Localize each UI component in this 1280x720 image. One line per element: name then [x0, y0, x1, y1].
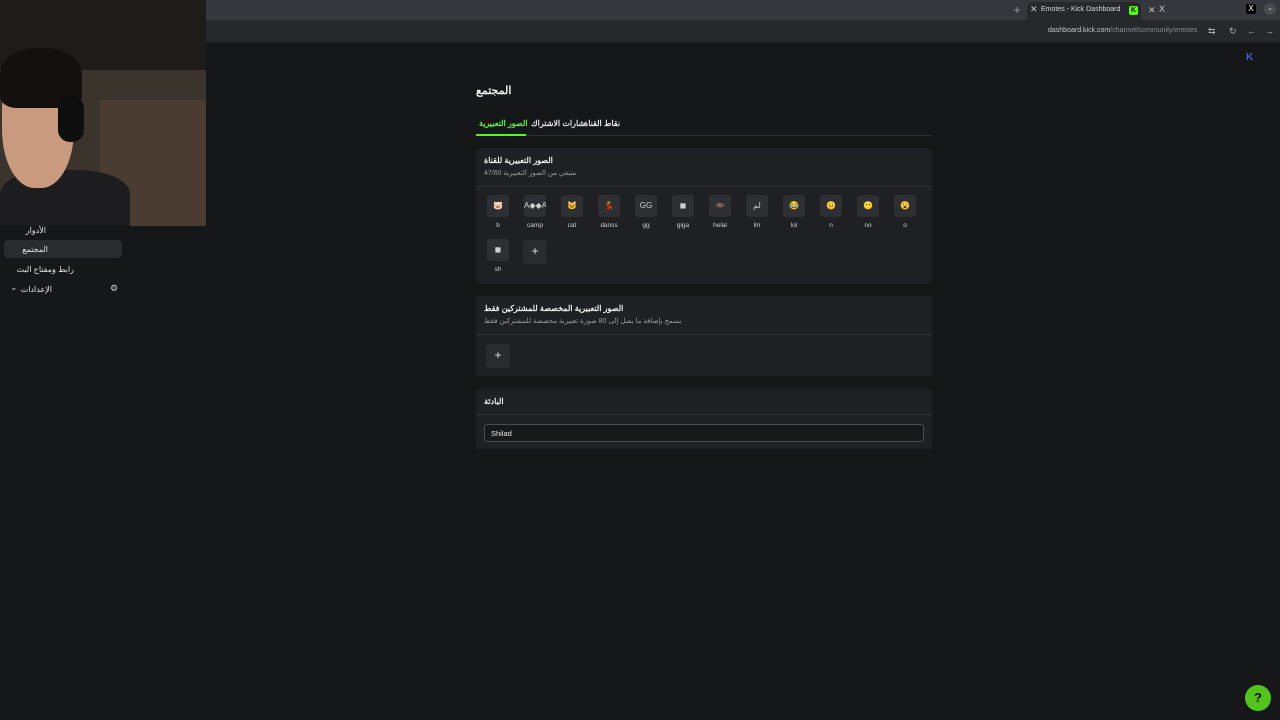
emote-name: cat	[567, 222, 577, 229]
translate-icon[interactable]: ⇆	[1208, 26, 1216, 37]
sidebar-item-label: الأدوار	[25, 226, 46, 235]
subscriber-emotes-card: الصور التعبيرية المخصصة للمشتركين فقط يس…	[476, 296, 932, 376]
tab-subscription-badges[interactable]: شارات الاشتراك	[531, 119, 585, 128]
reload-icon[interactable]: ↻	[1229, 26, 1237, 37]
emote-count: متبقي من الصور التعبيرية 47/60	[484, 170, 577, 177]
emote-name: lol	[790, 222, 798, 229]
sidebar-item-label: رابط ومفتاح البث	[16, 265, 75, 274]
sidebar-item-stream-key[interactable]: رابط ومفتاح البث	[4, 260, 122, 278]
prefix-card: البادئة Shilad	[476, 389, 932, 449]
emote-image: 🦇	[709, 195, 731, 217]
emote-item[interactable]: 😮 o	[892, 195, 918, 229]
emote-name: no	[864, 222, 872, 229]
emote-image: 🐱	[561, 195, 583, 217]
url-text[interactable]: dashboard.kick.com/channel/community/emo…	[1048, 27, 1197, 34]
close-tab-icon[interactable]: ✕	[1148, 5, 1156, 16]
emote-item[interactable]: 😂 lol	[781, 195, 807, 229]
help-chat-button[interactable]: ?	[1245, 685, 1271, 711]
kick-favicon-icon: K	[1129, 6, 1138, 15]
emote-name: sh	[494, 266, 502, 273]
emote-item[interactable]: 😐 n	[818, 195, 844, 229]
emote-image: 😂	[783, 195, 805, 217]
sidebar-item-roles[interactable]: الأدوار	[4, 222, 122, 240]
emote-image: لم	[746, 195, 768, 217]
emote-image: ◼	[487, 239, 509, 261]
prefix-input[interactable]: Shilad	[484, 424, 924, 442]
browser-tab-active[interactable]: ✕ Emotes - Kick Dashboard K	[1027, 2, 1141, 20]
tab-channel-points[interactable]: نقاط القناة	[584, 119, 620, 128]
emote-name: giga	[676, 222, 690, 229]
emote-item[interactable]: 💃 danss	[596, 195, 622, 229]
emote-image: 🐷	[487, 195, 509, 217]
card-title: الصور التعبيرية المخصصة للمشتركين فقط	[484, 304, 624, 313]
tab-menu-chevron-icon[interactable]: ⌄	[1264, 3, 1276, 15]
card-title: الصور التعبيرية للقناة	[484, 156, 553, 165]
emote-item[interactable]: 🐷 b	[485, 195, 511, 229]
sidebar-item-label: المجتمع	[22, 245, 48, 254]
x-logo-icon[interactable]: X	[1246, 4, 1256, 14]
headset	[58, 96, 84, 142]
new-tab-icon[interactable]: +	[1010, 3, 1024, 17]
gear-icon: ⚙	[110, 283, 119, 293]
channel-emotes-card: الصور التعبيرية للقناة متبقي من الصور ال…	[476, 148, 932, 284]
sidebar-item-settings[interactable]: ⌄ الإعدادات ⚙	[4, 280, 122, 298]
emote-item[interactable]: GG gg	[633, 195, 659, 229]
chevron-down-icon: ⌄	[10, 282, 18, 292]
community-tabs: الصور التعبيرية شارات الاشتراك نقاط القن…	[476, 116, 932, 136]
close-tab-icon[interactable]: ✕	[1030, 4, 1038, 15]
active-tab-indicator	[476, 134, 526, 136]
kick-logo-icon[interactable]: K	[1246, 52, 1253, 63]
emote-image: ◼	[672, 195, 694, 217]
emote-name: camp	[527, 222, 543, 229]
emote-image: 😶	[857, 195, 879, 217]
tab-title: Emotes - Kick Dashboard	[1041, 6, 1121, 13]
webcam-overlay	[0, 0, 206, 226]
card-subtitle: يسمح بإضافة ما يصل إلى 80 صورة تعبيرية م…	[484, 318, 682, 325]
emote-item[interactable]: ◼ sh	[485, 239, 511, 273]
emote-item[interactable]: ◼ giga	[670, 195, 696, 229]
emote-item[interactable]: لم lm	[744, 195, 770, 229]
emote-image: GG	[635, 195, 657, 217]
tab-emotes[interactable]: الصور التعبيرية	[479, 119, 528, 128]
emote-name: gg	[642, 222, 650, 229]
emote-image: A◆◆A	[524, 195, 546, 217]
emote-name: lm	[753, 222, 761, 229]
emote-item[interactable]: 😶 no	[855, 195, 881, 229]
emote-image: 😮	[894, 195, 916, 217]
emote-image: 💃	[598, 195, 620, 217]
emote-name: danss	[600, 222, 618, 229]
add-subscriber-emote-button[interactable]: +	[486, 344, 510, 368]
emote-name: o	[903, 222, 907, 229]
forward-arrow-icon[interactable]: →	[1265, 26, 1274, 36]
page-title: المجتمع	[476, 85, 512, 97]
emote-name: n	[829, 222, 833, 229]
emote-item[interactable]: 🐱 cat	[559, 195, 585, 229]
sidebar-item-community[interactable]: المجتمع	[4, 240, 122, 258]
x-favicon-icon: X	[1159, 4, 1166, 14]
prefix-input-value: Shilad	[491, 429, 512, 438]
emote-name: helal	[713, 222, 727, 229]
emote-item[interactable]: A◆◆A camp	[522, 195, 548, 229]
emote-item[interactable]: 🦇 helal	[707, 195, 733, 229]
back-arrow-icon[interactable]: ←	[1247, 26, 1256, 36]
add-emote-button[interactable]: +	[523, 240, 547, 264]
emote-name: b	[496, 222, 500, 229]
emote-image: 😐	[820, 195, 842, 217]
sidebar-item-label: الإعدادات	[20, 285, 52, 294]
card-title: البادئة	[484, 397, 504, 406]
